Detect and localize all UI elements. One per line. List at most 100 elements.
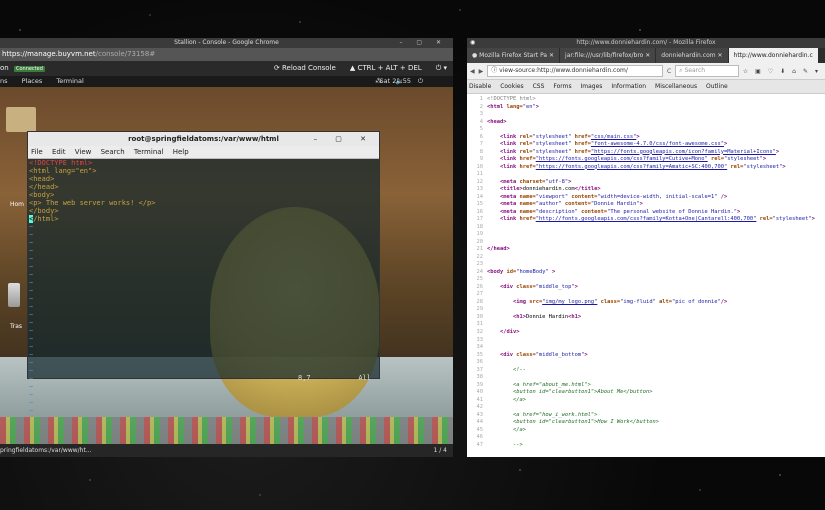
devbar-outline[interactable]: Outline xyxy=(706,83,728,90)
source-line: 23 xyxy=(467,261,825,269)
menu-search[interactable]: Search xyxy=(101,148,125,156)
terminal-titlebar: root@springfieldatoms:/var/www/html – ▢ … xyxy=(28,132,379,146)
vim-buffer[interactable]: <!DOCTYPE html> <html lang="en"> <head> </h… xyxy=(28,159,379,415)
line-number: 43 xyxy=(476,411,484,418)
vim-empty-line: ~ xyxy=(29,375,34,383)
vim-empty-line: ~ xyxy=(29,303,34,311)
reload-icon[interactable]: C xyxy=(667,68,671,75)
tab-jar-file[interactable]: jar:file:///usr/lib/firefox/bro ✕ xyxy=(560,48,656,63)
reload-console-button[interactable]: ⟳ Reload Console xyxy=(274,61,336,76)
devbar-disable[interactable]: Disable xyxy=(469,83,491,90)
source-line: 7 <link rel="stylesheet" href="font-awes… xyxy=(467,141,825,149)
source-line: 37 <!-- xyxy=(467,367,825,375)
source-line: 19 xyxy=(467,231,825,239)
gnome-menu-places[interactable]: Places xyxy=(22,77,43,85)
info-icon: ⓘ xyxy=(491,67,500,74)
devbar-miscellaneous[interactable]: Miscellaneous xyxy=(655,83,697,90)
devbar-information[interactable]: Information xyxy=(611,83,646,90)
source-line: 24 <body id="homeBody" > xyxy=(467,269,825,277)
console-toolbar: on Connected ⟳ Reload Console ▲ CTRL + A… xyxy=(0,61,453,76)
line-number: 30 xyxy=(476,313,484,320)
source-line: 18 xyxy=(467,224,825,232)
line-number: 27 xyxy=(476,291,484,298)
tab-donniehardin[interactable]: donniehardin.com ✕ xyxy=(656,48,728,63)
source-line: 36 xyxy=(467,359,825,367)
tab-firefox-start[interactable]: ● Mozilla Firefox Start Pa ✕ xyxy=(467,48,560,63)
source-line: 38 xyxy=(467,374,825,382)
reload-icon: ⟳ xyxy=(273,64,282,72)
vim-empty-line: ~ xyxy=(29,319,34,327)
vim-line: <body> xyxy=(29,191,55,199)
home-folder-icon[interactable] xyxy=(6,107,36,132)
vim-empty-line: ~ xyxy=(29,223,34,231)
workspace-indicator[interactable]: 1 / 4 xyxy=(434,444,447,457)
vim-cursor: < xyxy=(29,215,34,223)
source-line: 44 <button id="clearbutton1">How I Work<… xyxy=(467,419,825,427)
menu-view[interactable]: View xyxy=(75,148,92,156)
source-line: 26 <div class="middle_top"> xyxy=(467,284,825,292)
vim-empty-line: ~ xyxy=(29,335,34,343)
source-line: 1 <!DOCTYPE html> xyxy=(467,96,825,104)
forward-icon[interactable]: ▶ xyxy=(479,68,484,75)
line-number: 9 xyxy=(479,156,483,163)
vim-empty-line: ~ xyxy=(29,399,34,407)
menu-file[interactable]: File xyxy=(31,148,43,156)
firefox-logo-icon: ◉ xyxy=(470,39,476,46)
line-number: 3 xyxy=(479,111,483,118)
url-input[interactable]: ⓘ view-source:http://www.donniehardin.co… xyxy=(487,65,663,77)
line-number: 37 xyxy=(476,366,484,373)
gnome-menu-applications[interactable]: ns xyxy=(0,77,8,85)
wallpaper-lights xyxy=(0,417,453,444)
line-number: 5 xyxy=(479,126,483,133)
scroll-indicator: All xyxy=(358,374,371,382)
tab-view-source[interactable]: http://www.donniehardin.c xyxy=(728,48,818,63)
url-host: https://manage.buyvm.net xyxy=(2,50,96,58)
chrome-address-bar[interactable]: https://manage.buyvm.net/console/73158# xyxy=(0,48,453,61)
back-icon[interactable]: ◀ xyxy=(470,68,475,75)
trash-icon[interactable] xyxy=(8,283,20,307)
menu-terminal[interactable]: Terminal xyxy=(134,148,164,156)
page-source-view[interactable]: 1 <!DOCTYPE html> 2 <html lang="en"> 3 4 <head… xyxy=(467,94,825,446)
taskbar-window-item[interactable]: pringfieldatoms:/var/www/ht... xyxy=(0,447,92,454)
power-icon[interactable]: ⏻ ▾ xyxy=(436,61,447,76)
line-number: 4 xyxy=(479,118,483,125)
line-number: 10 xyxy=(476,163,484,170)
source-line: 15 <meta name="author" content="Donnie H… xyxy=(467,201,825,209)
line-number: 14 xyxy=(476,193,484,200)
system-tray[interactable]: ⁂ 🔈 ⏻ xyxy=(375,76,437,87)
source-line: 32 </div> xyxy=(467,329,825,337)
home-folder-label: Hom xyxy=(10,201,25,208)
search-input[interactable]: ⌕ Search xyxy=(675,65,739,77)
devbar-css[interactable]: CSS xyxy=(533,83,545,90)
network-icon: ⁂ xyxy=(375,77,384,85)
toolbar-icons[interactable]: ☆▣♡⬇⌂✎▾ xyxy=(743,68,825,75)
source-line: 34 xyxy=(467,344,825,352)
vim-line: </html> xyxy=(29,215,59,223)
line-number: 18 xyxy=(476,223,484,230)
terminal-window-controls[interactable]: – ▢ ✕ xyxy=(314,132,374,146)
source-line: 20 xyxy=(467,239,825,247)
menu-help[interactable]: Help xyxy=(173,148,189,156)
menu-edit[interactable]: Edit xyxy=(52,148,66,156)
line-number: 29 xyxy=(476,306,484,313)
vim-line: <head> xyxy=(29,175,55,183)
vim-empty-line: ~ xyxy=(29,407,34,415)
web-developer-toolbar: Disable Cookies CSS Forms Images Informa… xyxy=(467,80,825,94)
source-line: 9 <link href="https://fonts.googleapis.c… xyxy=(467,156,825,164)
ctrl-alt-del-button[interactable]: ▲ CTRL + ALT + DEL xyxy=(350,61,422,76)
source-line: 35 <div class="middle_bottom"> xyxy=(467,352,825,360)
line-number: 23 xyxy=(476,261,484,268)
devbar-forms[interactable]: Forms xyxy=(553,83,571,90)
source-line: 14 <meta name="viewport" content="width=… xyxy=(467,194,825,202)
vim-empty-line: ~ xyxy=(29,255,34,263)
gnome-menu-terminal[interactable]: Terminal xyxy=(56,77,83,85)
window-controls[interactable]: – ▢ ✕ xyxy=(399,38,447,48)
devbar-cookies[interactable]: Cookies xyxy=(500,83,524,90)
cursor-position: 8,7 xyxy=(298,374,311,382)
source-line: 11 xyxy=(467,171,825,179)
source-line: 13 <title>donniehardin.com</title> xyxy=(467,186,825,194)
trash-label: Tras xyxy=(10,323,23,330)
vim-line: <!DOCTYPE html> xyxy=(29,159,93,167)
firefox-window: ◉ http://www.donniehardin.com/ - Mozilla… xyxy=(467,38,825,457)
devbar-images[interactable]: Images xyxy=(581,83,603,90)
